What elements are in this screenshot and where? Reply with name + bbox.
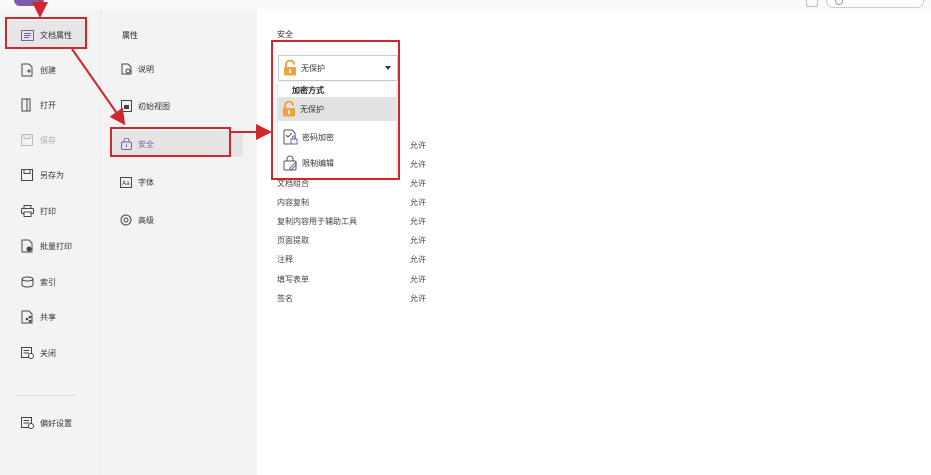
save-as-icon	[20, 168, 34, 182]
nav-create[interactable]: 创建	[8, 56, 88, 84]
nav-label: 批量打印	[40, 241, 72, 251]
window-icon[interactable]	[806, 0, 818, 7]
nav-label: 共享	[40, 312, 56, 322]
preferences-icon	[20, 416, 34, 430]
svg-text:Aa: Aa	[122, 180, 130, 187]
option-label: 限制编辑	[302, 158, 334, 168]
prop-label: 初始视图	[138, 101, 170, 111]
nav-label: 打开	[40, 100, 56, 110]
permission-value: 允许	[410, 217, 426, 226]
nav-open[interactable]: 打开	[8, 91, 88, 119]
restrict-edit-icon	[283, 155, 298, 171]
nav-label: 偏好设置	[40, 418, 72, 428]
share-icon	[20, 310, 34, 324]
dropdown-header: 加密方式	[292, 86, 324, 95]
print-icon	[20, 204, 34, 218]
permission-value: 允许	[410, 160, 426, 169]
nav-save[interactable]: 保存	[8, 126, 88, 154]
security-icon	[120, 138, 132, 150]
encryption-method-dropdown[interactable]: 无保护	[278, 55, 398, 81]
initial-view-icon	[120, 100, 132, 112]
permission-value: 允许	[410, 236, 426, 245]
permission-value: 允许	[410, 275, 426, 284]
dropdown-value: 无保护	[301, 63, 325, 73]
file-nav-sidebar: 文档属性 创建 打开 保存 另存为 打印 批量打印 索引 共享 关闭 偏好设置	[0, 9, 100, 475]
permission-row: 签名 允许	[277, 293, 477, 307]
nav-index[interactable]: 索引	[8, 268, 88, 296]
nav-save-as[interactable]: 另存为	[8, 161, 88, 189]
nav-label: 创建	[40, 65, 56, 75]
option-no-protection[interactable]: 无保护	[278, 97, 396, 121]
font-icon: Aa	[120, 176, 132, 188]
permission-name: 复制内容用于辅助工具	[277, 217, 357, 226]
search-icon	[835, 0, 843, 5]
prop-security[interactable]: 安全	[111, 131, 243, 157]
file-menu-button[interactable]	[14, 0, 44, 6]
nav-batch-print[interactable]: 批量打印	[8, 232, 88, 260]
permission-value: 允许	[410, 198, 426, 207]
permission-row: 页面提取 允许	[277, 235, 477, 249]
option-restrict-edit[interactable]: 限制编辑	[278, 151, 396, 175]
search-input[interactable]	[826, 0, 924, 8]
description-icon	[120, 63, 132, 75]
permission-name: 内容复制	[277, 198, 309, 207]
batch-print-icon	[20, 239, 34, 253]
nav-label: 文档属性	[40, 30, 72, 40]
permission-row: 内容复制 允许	[277, 197, 477, 211]
permission-name: 签名	[277, 294, 293, 303]
save-icon	[20, 133, 34, 147]
panel-title: 属性	[122, 31, 138, 40]
nav-label: 索引	[40, 277, 56, 287]
permission-value: 允许	[410, 255, 426, 264]
prop-initial-view[interactable]: 初始视图	[111, 93, 243, 119]
permission-row: 复制内容用于辅助工具 允许	[277, 216, 477, 230]
nav-print[interactable]: 打印	[8, 197, 88, 225]
unlock-icon	[282, 101, 296, 117]
nav-share[interactable]: 共享	[8, 303, 88, 331]
permission-row: 文档组合 允许	[277, 178, 477, 192]
create-icon	[20, 63, 34, 77]
permission-row: 填写表单 允许	[277, 274, 477, 288]
permission-value: 允许	[410, 179, 426, 188]
option-label: 无保护	[300, 104, 324, 114]
permission-row: 注释 允许	[277, 254, 477, 268]
nav-document-properties[interactable]: 文档属性	[8, 21, 88, 49]
properties-panel: 属性 说明 初始视图 安全 Aa 字体 高级	[100, 9, 257, 475]
prop-label: 字体	[138, 177, 154, 187]
close-icon	[20, 346, 34, 360]
prop-label: 高级	[138, 215, 154, 225]
index-icon	[20, 275, 34, 289]
nav-divider	[16, 395, 76, 396]
prop-description[interactable]: 说明	[111, 56, 243, 82]
nav-label: 保存	[40, 135, 56, 145]
prop-advanced[interactable]: 高级	[111, 207, 243, 233]
advanced-icon	[120, 214, 132, 226]
prop-label: 说明	[138, 64, 154, 74]
top-menu-bar	[0, 0, 931, 9]
prop-fonts[interactable]: Aa 字体	[111, 169, 243, 195]
security-section-title: 安全	[277, 30, 293, 39]
nav-label: 打印	[40, 206, 56, 216]
permission-name: 文档组合	[277, 179, 309, 188]
option-label: 密码加密	[302, 132, 334, 142]
permission-value: 允许	[410, 294, 426, 303]
open-icon	[20, 98, 34, 112]
password-encrypt-icon	[283, 129, 298, 145]
unlock-icon	[283, 60, 297, 76]
permission-name: 页面提取	[277, 236, 309, 245]
prop-label: 安全	[138, 139, 154, 149]
nav-preferences[interactable]: 偏好设置	[8, 409, 88, 437]
nav-close[interactable]: 关闭	[8, 339, 88, 367]
chevron-down-icon	[385, 66, 391, 70]
option-password-encrypt[interactable]: 密码加密	[278, 125, 396, 149]
permission-name: 填写表单	[277, 275, 309, 284]
nav-label: 另存为	[40, 170, 64, 180]
document-properties-icon	[20, 28, 34, 42]
permission-name: 注释	[277, 255, 293, 264]
permission-value: 允许	[410, 141, 426, 150]
encryption-options-list: 加密方式 无保护 密码加密 限制编辑	[278, 82, 396, 178]
nav-label: 关闭	[40, 348, 56, 358]
